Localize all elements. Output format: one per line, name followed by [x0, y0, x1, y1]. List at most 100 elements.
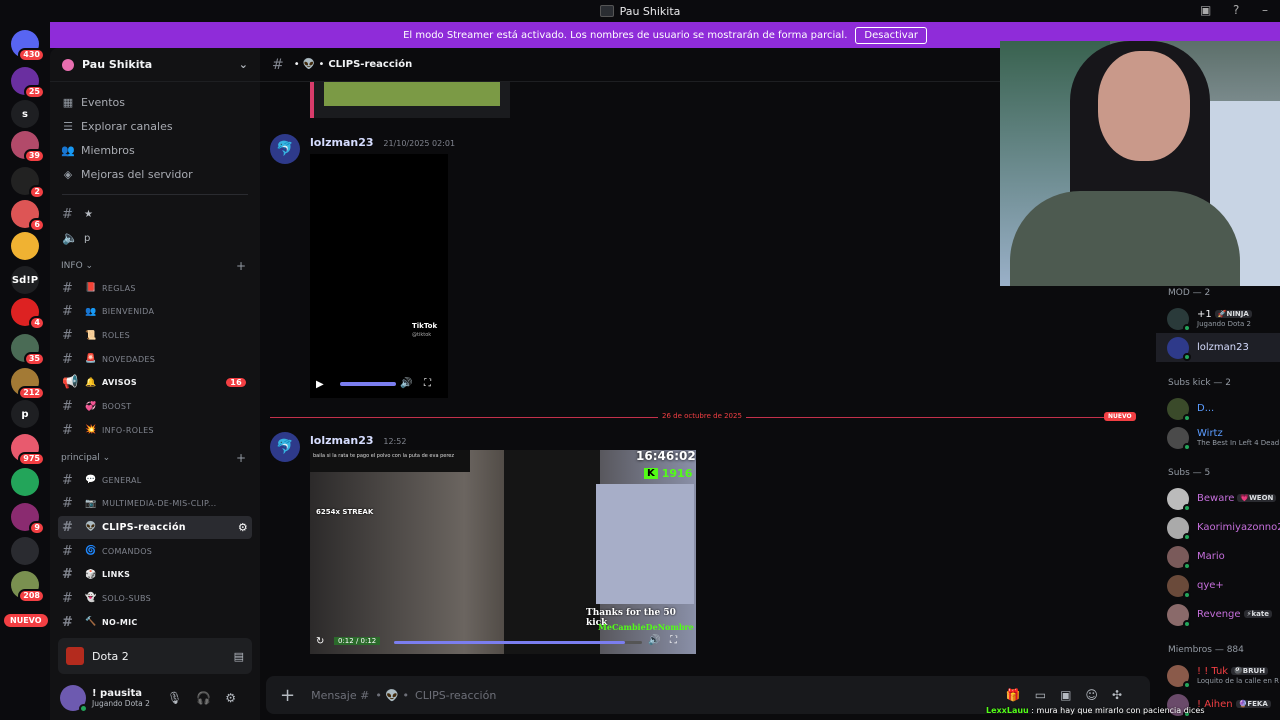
- server-icon-button[interactable]: 975: [11, 434, 45, 466]
- emoji-icon[interactable]: ☺: [1085, 688, 1112, 702]
- member-item[interactable]: Kaorimiyazonno2: [1156, 513, 1280, 542]
- member-name: lolzman23: [1197, 342, 1249, 353]
- channel-name: REGLAS: [102, 283, 136, 293]
- channel-item[interactable]: # 👥 BIENVENIDA: [58, 300, 252, 324]
- server-icon-button[interactable]: 6: [11, 200, 45, 232]
- composer-placeholder: Mensaje #: [311, 688, 370, 702]
- nav-item-1[interactable]: ☰ Explorar canales: [58, 114, 252, 138]
- channel-item[interactable]: 📢 🔔 AVISOS 16: [58, 371, 252, 395]
- add-channel-icon[interactable]: +: [236, 451, 246, 465]
- channel-name: NOVEDADES: [102, 354, 156, 364]
- channel-emoji: 🚨: [85, 354, 97, 365]
- server-header[interactable]: Pau Shikita ⌄: [50, 48, 260, 82]
- inbox-icon[interactable]: ▣: [1200, 3, 1211, 17]
- member-item[interactable]: Mario: [1156, 542, 1280, 571]
- category-principal[interactable]: principal ⌄ +: [50, 448, 260, 468]
- nav-item-0[interactable]: ▦ Eventos: [58, 90, 252, 114]
- message-author[interactable]: lolzman23 21/10/2025 02:01: [310, 136, 455, 149]
- server-icon-button[interactable]: 208: [11, 571, 45, 603]
- embed-thumbnail[interactable]: [324, 82, 500, 106]
- channel-settings-icon[interactable]: ⚙: [238, 521, 248, 534]
- category-info[interactable]: INFO ⌄ +: [50, 256, 260, 276]
- member-name-line: Kaorimiyazonno2: [1197, 522, 1280, 533]
- nav-item-2[interactable]: 👥 Miembros: [58, 138, 252, 162]
- add-attachment-icon[interactable]: +: [280, 685, 295, 706]
- gift-icon[interactable]: 🎁: [1006, 688, 1035, 702]
- server-icon-button[interactable]: p: [11, 400, 39, 428]
- server-icon-button[interactable]: [11, 468, 39, 496]
- channel-item[interactable]: # 💞 BOOST: [58, 395, 252, 419]
- member-item[interactable]: D...: [1156, 394, 1280, 423]
- channel-item[interactable]: # 🚨 NOVEDADES: [58, 347, 252, 371]
- fullscreen-icon[interactable]: ⛶: [424, 378, 431, 389]
- sticker-icon[interactable]: ▣: [1060, 688, 1085, 702]
- channel-item[interactable]: # 🎲 LINKS: [58, 563, 252, 587]
- replay-icon[interactable]: ↻: [316, 636, 324, 647]
- video-embed[interactable]: TikTok @tiktok ▶ 🔊 ⛶: [310, 154, 448, 398]
- video-time: 0:12 / 0:12: [334, 637, 381, 645]
- channel-item[interactable]: # 🔨 NO-MIC: [58, 610, 252, 634]
- server-icon-button[interactable]: Sd!P: [11, 266, 39, 294]
- add-channel-icon[interactable]: +: [236, 259, 246, 273]
- mention-badge: 25: [23, 85, 45, 99]
- server-icon-button[interactable]: 39: [11, 131, 45, 163]
- member-item[interactable]: qye+: [1156, 571, 1280, 600]
- apps-icon[interactable]: ✣: [1112, 688, 1136, 702]
- message-author[interactable]: lolzman23 12:52: [310, 434, 406, 447]
- avatar[interactable]: 🐬: [270, 134, 300, 164]
- channel-item[interactable]: # ★: [58, 203, 252, 227]
- mention-badge: 16: [226, 378, 246, 388]
- minimize-icon[interactable]: –: [1262, 3, 1268, 17]
- avatar[interactable]: 🐬: [270, 432, 300, 462]
- channel-emoji: 💥: [85, 425, 97, 436]
- video-progress-track[interactable]: [394, 641, 642, 644]
- new-unreads-pill[interactable]: NUEVO: [4, 614, 48, 627]
- microphone-icon[interactable]: 🎙: [167, 691, 196, 705]
- server-icon-button[interactable]: [11, 537, 39, 565]
- member-item[interactable]: +1 🚀NINJA Jugando Dota 2: [1156, 304, 1280, 333]
- channel-item[interactable]: # 📕 REGLAS: [58, 276, 252, 300]
- server-icon-button[interactable]: 2: [11, 167, 45, 199]
- channel-item[interactable]: # 📜 ROLES: [58, 324, 252, 348]
- play-icon[interactable]: ▶: [316, 379, 324, 390]
- server-icon-button[interactable]: 35: [11, 334, 45, 366]
- settings-gear-icon[interactable]: ⚙: [225, 691, 250, 705]
- gif-icon[interactable]: ▭: [1035, 688, 1060, 702]
- fullscreen-icon[interactable]: ⛶: [670, 635, 677, 646]
- channel-emoji: 🎲: [85, 569, 97, 580]
- headphones-icon[interactable]: 🎧: [196, 691, 225, 705]
- volume-icon[interactable]: 🔊: [400, 378, 412, 389]
- member-item[interactable]: Wirtz The Best In Left 4 Dead: [1156, 423, 1280, 452]
- member-item[interactable]: Revenge ⚡kate: [1156, 600, 1280, 629]
- member-item[interactable]: ! ! Tuk 🎱BRUH Loquito de la calle en R: [1156, 661, 1280, 690]
- server-tag: 🔮FEKA: [1235, 700, 1271, 708]
- disable-streamer-button[interactable]: Desactivar: [855, 26, 927, 44]
- nav-item-3[interactable]: ◈ Mejoras del servidor: [58, 162, 252, 186]
- server-icon-button[interactable]: 25: [11, 67, 45, 99]
- channel-item[interactable]: # 📷 MULTIMEDIA-DE-MIS-CLIP...: [58, 492, 252, 516]
- avatar[interactable]: [60, 685, 88, 713]
- server-icon-button[interactable]: 4: [11, 298, 45, 330]
- activity-icon[interactable]: ▤: [234, 650, 244, 663]
- volume-slider[interactable]: [340, 382, 396, 386]
- server-icon-button[interactable]: 430: [11, 30, 45, 62]
- channel-item[interactable]: # 🌀 COMANDOS: [58, 539, 252, 563]
- server-icon-button[interactable]: [11, 232, 39, 260]
- video-embed[interactable]: baila si la rata te pago el polvo con la…: [310, 450, 696, 654]
- voice-activity-panel[interactable]: Dota 2 ▤: [58, 638, 252, 674]
- server-icon-button[interactable]: 9: [11, 503, 45, 535]
- member-name: D...: [1197, 403, 1215, 414]
- server-icon-button[interactable]: s: [11, 100, 39, 128]
- channel-item[interactable]: # 💥 INFO-ROLES: [58, 419, 252, 443]
- channel-item[interactable]: # 💬 GENERAL: [58, 468, 252, 492]
- alien-icon: • 👽 •: [293, 59, 325, 70]
- help-icon[interactable]: ?: [1233, 3, 1239, 17]
- streak-label: 6254x STREAK: [316, 508, 374, 516]
- channel-item[interactable]: # 👽 CLIPS-reacción ⚙: [58, 515, 252, 540]
- member-item[interactable]: lolzman23: [1156, 333, 1280, 362]
- member-item[interactable]: Beware 💗WEON: [1156, 484, 1280, 513]
- server-icon-button[interactable]: 212: [11, 368, 45, 400]
- channel-item[interactable]: 🔈 p: [58, 227, 252, 251]
- channel-item[interactable]: # 👻 SOLO-SUBS: [58, 587, 252, 611]
- volume-icon[interactable]: 🔊: [648, 635, 660, 646]
